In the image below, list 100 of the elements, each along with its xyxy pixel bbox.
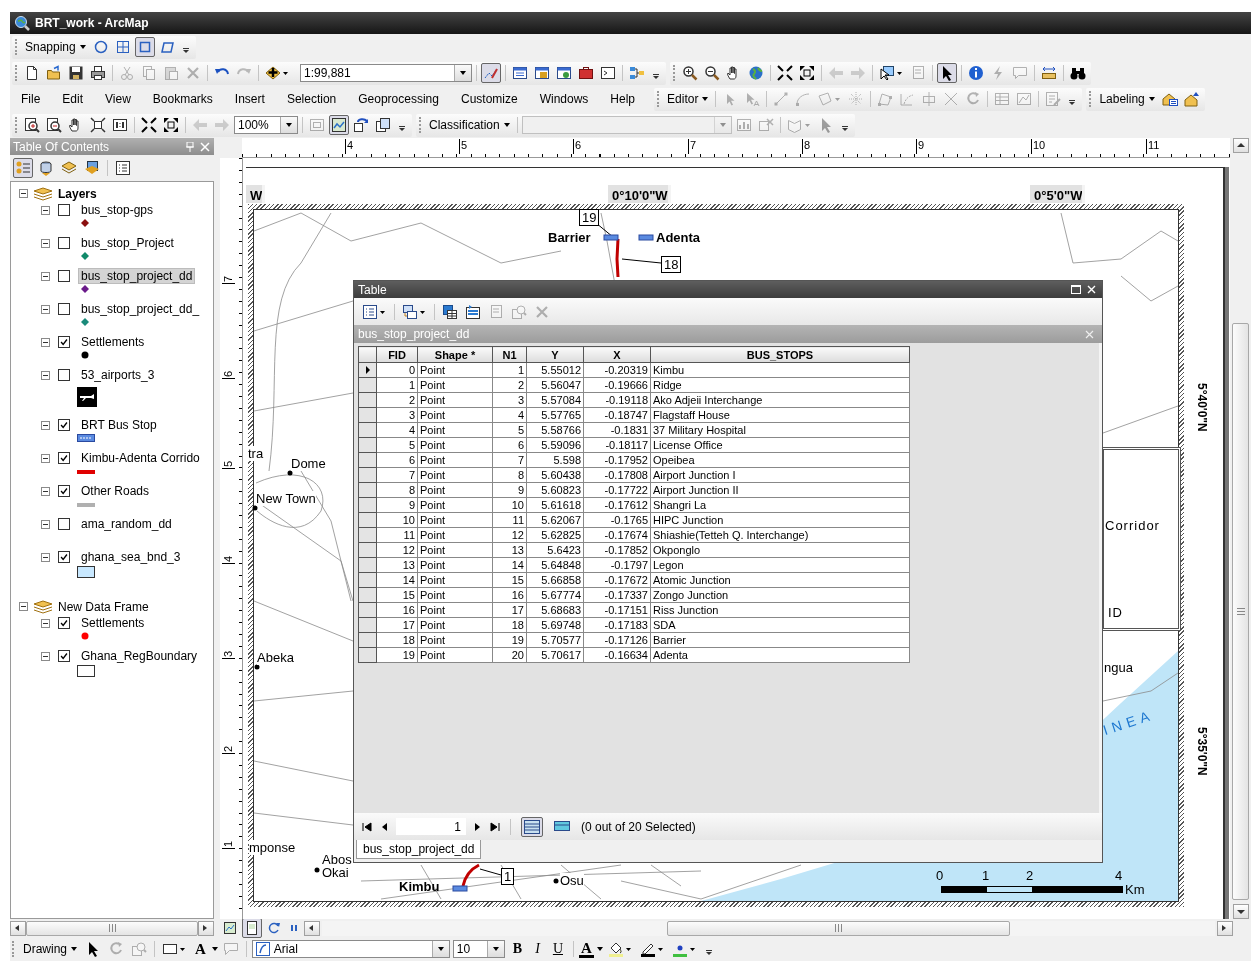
- next-record-icon[interactable]: [474, 821, 482, 832]
- underline-button[interactable]: U: [547, 941, 568, 957]
- collapse-toggle[interactable]: [41, 453, 50, 463]
- checkbox[interactable]: [58, 303, 70, 315]
- collapse-toggle[interactable]: [41, 238, 50, 248]
- scrollbar-thumb[interactable]: [26, 920, 198, 936]
- pointer-icon[interactable]: [937, 63, 957, 83]
- collapse-toggle[interactable]: [41, 337, 50, 347]
- layer-name[interactable]: Other Roads: [78, 483, 153, 499]
- layout-zoom-in-icon[interactable]: [22, 115, 42, 135]
- collapse-toggle[interactable]: [41, 651, 50, 661]
- font-size-field[interactable]: 10: [452, 940, 505, 958]
- options-icon[interactable]: [113, 158, 133, 178]
- layout-view-icon[interactable]: [242, 918, 262, 938]
- labeling-dropdown[interactable]: Labeling: [1096, 89, 1158, 109]
- checkbox[interactable]: [58, 617, 70, 629]
- layer-name[interactable]: bus_stop_project_dd_: [78, 301, 203, 317]
- layer-name[interactable]: Kimbu-Adenta Corrido: [78, 450, 203, 466]
- column-header[interactable]: Shape *: [417, 346, 493, 363]
- change-layout-icon[interactable]: [351, 115, 371, 135]
- column-header[interactable]: Y: [526, 346, 584, 363]
- scroll-right-button[interactable]: [198, 920, 214, 936]
- drawing-dropdown[interactable]: Drawing: [20, 939, 80, 959]
- scroll-left-button[interactable]: [304, 920, 320, 936]
- layer-name[interactable]: bus_stop_Project: [78, 235, 177, 251]
- italic-button[interactable]: I: [530, 941, 545, 957]
- previous-record-icon[interactable]: [380, 821, 388, 832]
- drawing-order-icon[interactable]: [13, 158, 33, 178]
- scroll-up-button[interactable]: [1232, 138, 1249, 153]
- checkbox[interactable]: [58, 336, 70, 348]
- bold-button[interactable]: B: [507, 941, 528, 957]
- maximize-icon[interactable]: [1071, 285, 1081, 294]
- editor-toolbar-icon[interactable]: [481, 63, 501, 83]
- scroll-down-button[interactable]: [1232, 904, 1249, 919]
- layer-name[interactable]: ama_random_dd: [78, 516, 175, 532]
- fixed-zoom-out-icon[interactable]: [797, 63, 817, 83]
- checkbox[interactable]: [58, 518, 70, 530]
- checkbox[interactable]: [58, 237, 70, 249]
- collapse-toggle[interactable]: [41, 486, 50, 496]
- fixed-zoom-out-icon[interactable]: [161, 115, 181, 135]
- collapse-toggle[interactable]: [19, 189, 28, 198]
- layer-name[interactable]: bus_stop_project_dd: [78, 268, 196, 284]
- layer-name[interactable]: 53_airports_3: [78, 367, 158, 383]
- menu-item[interactable]: Geoprocessing: [349, 92, 448, 106]
- first-record-icon[interactable]: [362, 821, 372, 832]
- collapse-toggle[interactable]: [19, 602, 28, 611]
- full-page-icon[interactable]: [88, 115, 108, 135]
- layer-name[interactable]: Ghana_RegBoundary: [78, 648, 201, 664]
- square-snapping-icon[interactable]: [134, 37, 155, 57]
- menu-item[interactable]: Windows: [530, 92, 598, 106]
- editor-dropdown[interactable]: Editor: [664, 89, 712, 109]
- layer-name[interactable]: ghana_sea_bnd_3: [78, 549, 184, 565]
- column-header[interactable]: FID: [376, 346, 418, 363]
- fixed-zoom-in-icon[interactable]: [775, 63, 795, 83]
- snapping-dropdown[interactable]: Snapping: [22, 37, 89, 57]
- checkbox[interactable]: [58, 204, 70, 216]
- layer-name[interactable]: bus_stop-gps: [78, 202, 157, 218]
- collapse-toggle[interactable]: [41, 618, 50, 628]
- pin-icon[interactable]: [186, 141, 194, 152]
- menu-item[interactable]: File: [12, 92, 50, 106]
- zoom-in-icon[interactable]: [680, 63, 700, 83]
- column-header[interactable]: X: [583, 346, 651, 363]
- layer-name[interactable]: BRT Bus Stop: [78, 417, 160, 433]
- checkbox[interactable]: [58, 551, 70, 563]
- font-name-field[interactable]: Arial: [251, 940, 450, 958]
- last-record-icon[interactable]: [490, 821, 500, 832]
- checkbox[interactable]: [58, 369, 70, 381]
- checkbox[interactable]: [58, 452, 70, 464]
- data-frame-name[interactable]: New Data Frame: [58, 599, 149, 614]
- menu-item[interactable]: Help: [601, 92, 645, 106]
- menu-item[interactable]: Selection: [277, 92, 346, 106]
- menu-item[interactable]: Insert: [225, 92, 274, 106]
- scale-field[interactable]: 1:99,881: [300, 64, 472, 82]
- scrollbar-thumb[interactable]: [1232, 323, 1249, 900]
- printer-icon[interactable]: [88, 63, 108, 83]
- table-tab[interactable]: bus_stop_project_dd: [356, 840, 482, 859]
- collapse-toggle[interactable]: [41, 552, 50, 562]
- identify-icon[interactable]: [966, 63, 986, 83]
- checkbox[interactable]: [58, 270, 70, 282]
- zoom-percent-field[interactable]: 100%: [234, 116, 298, 134]
- collapse-toggle[interactable]: [41, 205, 50, 215]
- column-header[interactable]: N1: [492, 346, 527, 363]
- font-color-button[interactable]: A: [579, 940, 594, 958]
- layer-name[interactable]: Settlements: [78, 334, 148, 350]
- zoom-out-icon[interactable]: [702, 63, 722, 83]
- record-field[interactable]: 1: [396, 818, 466, 835]
- column-header[interactable]: BUS_STOPS: [650, 346, 910, 363]
- scroll-left-button[interactable]: [10, 920, 26, 936]
- checkbox[interactable]: [58, 485, 70, 497]
- menu-item[interactable]: Bookmarks: [143, 92, 222, 106]
- scrollbar-thumb[interactable]: [667, 920, 1010, 936]
- focus-frame-icon[interactable]: [329, 115, 349, 135]
- collapse-toggle[interactable]: [41, 370, 50, 380]
- classification-dropdown[interactable]: Classification: [426, 115, 513, 135]
- layer-dropdown-field[interactable]: [521, 116, 732, 134]
- collapse-toggle[interactable]: [41, 420, 50, 430]
- menu-item[interactable]: View: [96, 92, 140, 106]
- fixed-zoom-in-icon[interactable]: [139, 115, 159, 135]
- text-tool-button[interactable]: A: [192, 940, 209, 958]
- collapse-toggle[interactable]: [41, 304, 50, 314]
